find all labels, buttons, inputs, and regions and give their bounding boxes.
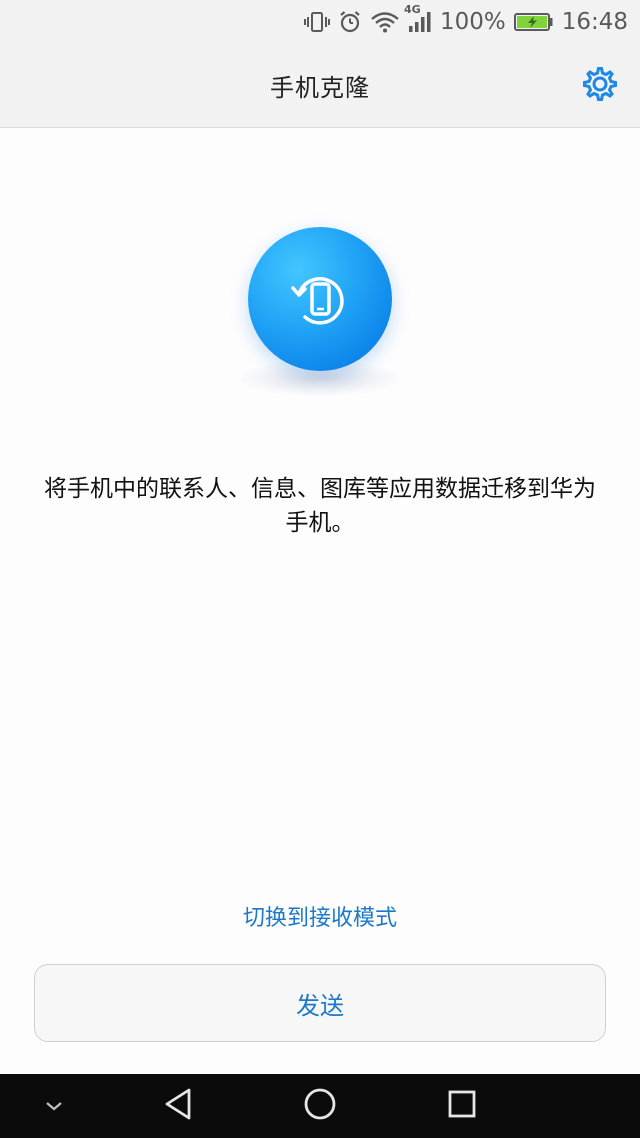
clock: 16:48 — [561, 9, 628, 35]
home-icon — [303, 1087, 337, 1125]
gear-icon — [582, 66, 618, 106]
settings-button[interactable] — [580, 66, 620, 106]
status-bar: 4G 100% 16:48 — [0, 0, 640, 44]
wifi-icon — [370, 11, 400, 33]
back-button[interactable] — [154, 1074, 202, 1138]
network-type: 4G — [403, 3, 421, 16]
hero-illustration — [0, 128, 640, 428]
collapse-nav-button[interactable] — [30, 1074, 78, 1138]
battery-percent: 100% — [439, 9, 506, 35]
chevron-down-icon — [44, 1097, 64, 1116]
send-button[interactable]: 发送 — [34, 964, 606, 1042]
page-title: 手机克隆 — [270, 74, 370, 102]
description-text: 将手机中的联系人、信息、图库等应用数据迁移到华为手机。 — [44, 476, 596, 536]
app-bar: 手机克隆 — [0, 44, 640, 128]
switch-to-receive-mode-link[interactable]: 切换到接收模式 — [0, 900, 640, 932]
vibrate-icon — [303, 11, 330, 33]
home-button[interactable] — [296, 1074, 344, 1138]
phone-clone-icon — [248, 227, 392, 371]
back-icon — [162, 1087, 194, 1125]
navigation-bar — [0, 1074, 640, 1138]
recents-button[interactable] — [438, 1074, 486, 1138]
alarm-icon — [338, 10, 362, 34]
battery-icon — [513, 11, 554, 33]
signal-icon: 4G — [404, 3, 432, 33]
recents-icon — [447, 1089, 477, 1123]
